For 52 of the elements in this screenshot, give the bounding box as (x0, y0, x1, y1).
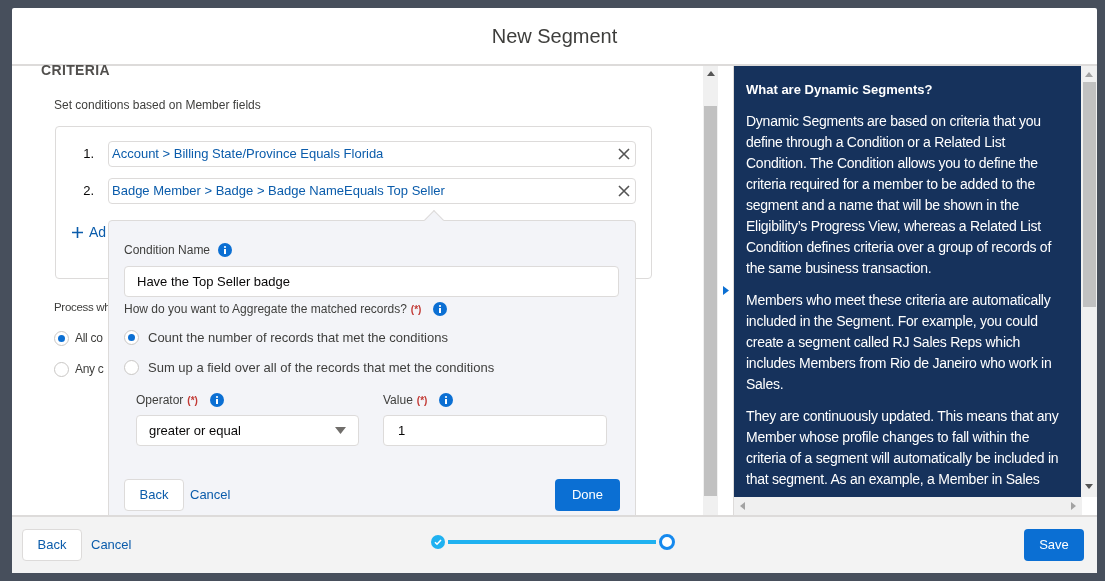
add-condition-link[interactable]: Ad (89, 222, 107, 243)
expand-arrow-icon[interactable] (722, 286, 729, 295)
field-label: Condition Name (124, 242, 211, 259)
horizontal-scrollbar[interactable] (734, 497, 1082, 515)
condition-name-field[interactable]: Have the Top Seller badge (124, 266, 619, 297)
radio-button[interactable] (124, 359, 139, 375)
back-button[interactable]: Back (124, 479, 184, 511)
scrollbar[interactable] (703, 66, 718, 515)
radio-button[interactable] (54, 330, 69, 346)
value-field[interactable]: 1 (383, 415, 607, 446)
condition-number: 1. (82, 145, 95, 164)
modal-title: New Segment (491, 24, 618, 49)
info-icon (209, 393, 224, 407)
info-icon (218, 243, 233, 257)
current-step-icon[interactable] (659, 534, 675, 550)
radio-label: Sum up a field over all of the records that met the conditions (148, 358, 495, 377)
field-label: Value (383, 392, 413, 409)
caret-icon (335, 427, 346, 434)
radio-label: All co (75, 330, 103, 348)
radio-button[interactable] (54, 361, 69, 377)
info-icon (433, 302, 448, 316)
cancel-link[interactable]: Cancel (91, 535, 132, 555)
close-icon[interactable] (618, 185, 630, 197)
done-button[interactable]: Done (555, 479, 620, 511)
radio-label: Count the number of records that met the conditions (148, 329, 448, 347)
condition-pill[interactable]: Badge Member > Badge > Badge NameEquals Top Seller (108, 178, 636, 204)
plus-icon[interactable] (72, 227, 83, 238)
radio-button[interactable] (124, 330, 139, 346)
condition-text: Account > Billing State/Province Equals Florida (112, 145, 384, 164)
close-icon[interactable] (618, 148, 630, 160)
back-button[interactable]: Back (22, 529, 82, 561)
info-icon (439, 393, 454, 407)
operator-select[interactable]: greater or equal (136, 415, 359, 446)
save-button[interactable]: Save (1024, 529, 1084, 561)
condition-number: 2. (82, 182, 95, 201)
help-title: What are Dynamic Segments? (746, 81, 934, 99)
cancel-link[interactable]: Cancel (190, 485, 231, 505)
condition-text: Badge Member > Badge > Badge NameEquals Top Seller (112, 182, 445, 201)
help-paragraph: Dynamic Segments are based on criteria that you define through a Condition or a Related List Condition. The Condition allows you to define the criteria required for a member to be added to the segment and a name that will be shown in the Eligibility’s Progress View, whereas a Related List Condition defines criteria over a group of records of the same business transaction. (746, 111, 1053, 278)
section-heading: CRITERIA (41, 63, 111, 75)
field-label: Operator (136, 392, 184, 409)
required-mark: (*) (410, 302, 422, 317)
scrollbar[interactable] (1081, 66, 1097, 497)
help-paragraph: They are continuously updated. This means that any Member whose profile changes to fall within the criteria of a segment will automatically be included in that segment. As an example, a Member in Sales (746, 406, 1060, 489)
check-step-icon[interactable] (431, 535, 445, 549)
required-mark: (*) (187, 393, 198, 408)
condition-pill[interactable]: Account > Billing State/Province Equals Florida (108, 141, 636, 167)
required-mark: (*) (416, 393, 428, 408)
section-description: Set conditions based on Member fields (54, 97, 262, 114)
help-paragraph: Members who meet these criteria are automatically included in the Segment. For example, you could create a segment called RJ Sales Reps which includes Members from Rio de Janeiro who work in Sales. (746, 290, 1053, 394)
field-label: How do you want to Aggregate the matched records? (124, 301, 407, 318)
radio-label: Any c (75, 361, 104, 379)
